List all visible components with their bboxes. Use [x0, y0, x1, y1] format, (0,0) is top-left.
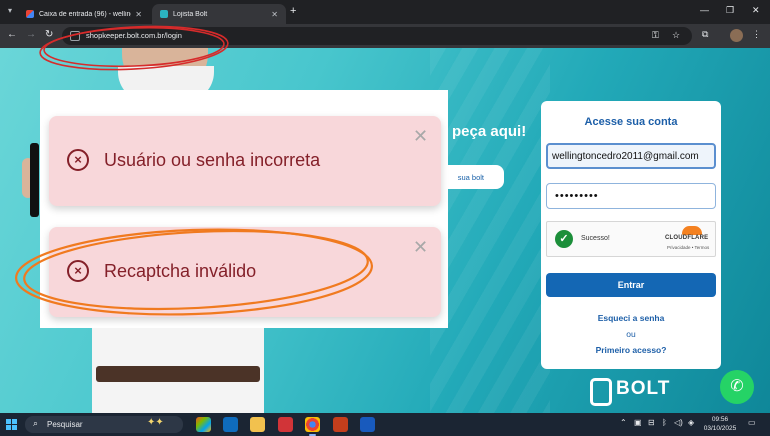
login-title: Acesse sua conta	[584, 116, 678, 128]
taskbar: ⌕ Pesquisar ✦✦ ⌃ ▣ ⊟ ᛒ ◁) ◈ 09:56 03/10/…	[0, 413, 770, 436]
submit-button[interactable]: Entrar	[546, 273, 716, 297]
toast-message: Recaptcha inválido	[104, 261, 257, 281]
new-tab-icon[interactable]: +	[290, 5, 296, 17]
bolt-favicon-icon	[160, 10, 168, 18]
toast-message: Usuário ou senha incorreta	[104, 150, 321, 170]
password-input[interactable]	[547, 184, 715, 208]
tab-close-icon[interactable]: ✕	[271, 10, 278, 19]
windows-start-icon[interactable]	[6, 419, 17, 430]
back-icon[interactable]: ←	[7, 29, 17, 40]
captcha-widget[interactable]: ✓ Sucesso! CLOUDFLARE Privacidade • Term…	[546, 221, 716, 257]
outlook-icon[interactable]	[223, 417, 238, 432]
error-toast: × Recaptcha inválido ✕	[49, 227, 441, 317]
word-icon[interactable]	[360, 417, 375, 432]
minimize-icon[interactable]: —	[700, 5, 709, 15]
forward-icon[interactable]: →	[26, 29, 36, 40]
page-viewport: peça aqui! sua bolt × Usuário ou senha i…	[0, 48, 770, 413]
site-info-icon[interactable]	[70, 31, 80, 41]
email-field[interactable]	[546, 143, 716, 169]
tab-search-icon[interactable]: ▾	[8, 6, 12, 15]
tab-label: Caixa de entrada (96) - wellingt	[39, 10, 132, 18]
email-input[interactable]	[548, 145, 714, 167]
network-icon[interactable]: ⊟	[648, 418, 655, 427]
close-window-icon[interactable]: ✕	[752, 5, 760, 16]
error-toast: × Usuário ou senha incorreta ✕	[49, 116, 441, 206]
chrome-icon[interactable]	[305, 417, 320, 436]
profile-avatar[interactable]	[730, 29, 743, 42]
first-access-link[interactable]: Primeiro acesso?	[541, 345, 721, 355]
menu-kebab-icon[interactable]: ⋮	[752, 29, 761, 40]
notifications-icon[interactable]: ▭	[748, 418, 756, 427]
forgot-password-link[interactable]: Esqueci a senha	[541, 313, 721, 323]
tab-lojista-bolt[interactable]: Lojista Bolt ✕	[152, 4, 286, 24]
search-icon: ⌕	[33, 418, 39, 428]
captcha-status: Sucesso!	[581, 235, 610, 242]
address-bar[interactable]: shopkeeper.bolt.com.br/login ⚿ ☆	[62, 27, 692, 45]
hero-title: peça aqui!	[452, 123, 527, 140]
bolt-logo-icon	[590, 378, 612, 406]
login-card: Acesse sua conta ✓ Sucesso! CLOUDFLARE P…	[541, 101, 721, 369]
bookmark-star-icon[interactable]: ☆	[672, 30, 680, 41]
gmail-icon	[26, 10, 34, 18]
person-image	[96, 366, 260, 382]
x-circle-icon: ×	[67, 260, 89, 282]
tab-close-icon[interactable]: ✕	[135, 10, 142, 19]
restore-icon[interactable]: ❐	[726, 5, 734, 16]
clock-date: 03/10/2025	[703, 425, 737, 432]
or-separator: ou	[626, 329, 636, 339]
search-highlight-icon: ✦✦	[147, 417, 164, 428]
reload-icon[interactable]: ↻	[45, 29, 53, 40]
brand-name: BOLT	[616, 378, 671, 399]
cloudflare-logo-icon	[682, 226, 702, 235]
close-icon[interactable]: ✕	[413, 126, 428, 147]
search-placeholder: Pesquisar	[47, 420, 83, 429]
acrobat-icon[interactable]	[278, 417, 293, 432]
password-key-icon[interactable]: ⚿	[652, 30, 659, 41]
tray-chevron-icon[interactable]: ⌃	[620, 418, 627, 427]
powerpoint-icon[interactable]	[333, 417, 348, 432]
bluetooth-icon[interactable]: ᛒ	[662, 418, 667, 427]
file-explorer-icon[interactable]	[250, 417, 265, 432]
close-icon[interactable]: ✕	[413, 237, 428, 258]
captcha-brand: CLOUDFLARE	[665, 235, 709, 241]
captcha-links[interactable]: Privacidade • Termos	[667, 245, 709, 250]
clock-time: 09:56	[711, 416, 729, 423]
tray-app-icon[interactable]: ▣	[634, 418, 642, 427]
tab-gmail[interactable]: Caixa de entrada (96) - wellingt ✕	[18, 4, 150, 24]
phone-image	[30, 143, 39, 217]
hero-background-pattern	[430, 48, 550, 413]
url-text: shopkeeper.bolt.com.br/login	[86, 31, 182, 40]
browser-toolbar: ← → ↻ shopkeeper.bolt.com.br/login ⚿ ☆ ⧉…	[0, 24, 770, 48]
tab-label: Lojista Bolt	[173, 10, 208, 18]
check-success-icon: ✓	[555, 230, 573, 248]
x-circle-icon: ×	[67, 149, 89, 171]
taskbar-search[interactable]: ⌕ Pesquisar ✦✦	[25, 416, 183, 433]
extensions-icon[interactable]: ⧉	[702, 29, 708, 40]
volume-icon[interactable]: ◁)	[674, 418, 683, 427]
whatsapp-icon[interactable]: ✆	[720, 370, 754, 404]
copilot-icon[interactable]	[196, 417, 211, 432]
taskbar-clock[interactable]: 09:56 03/10/2025	[695, 415, 745, 433]
security-icon[interactable]: ◈	[688, 418, 694, 427]
tab-strip: ▾ Caixa de entrada (96) - wellingt ✕ Loj…	[0, 0, 770, 24]
password-field[interactable]	[546, 183, 716, 209]
